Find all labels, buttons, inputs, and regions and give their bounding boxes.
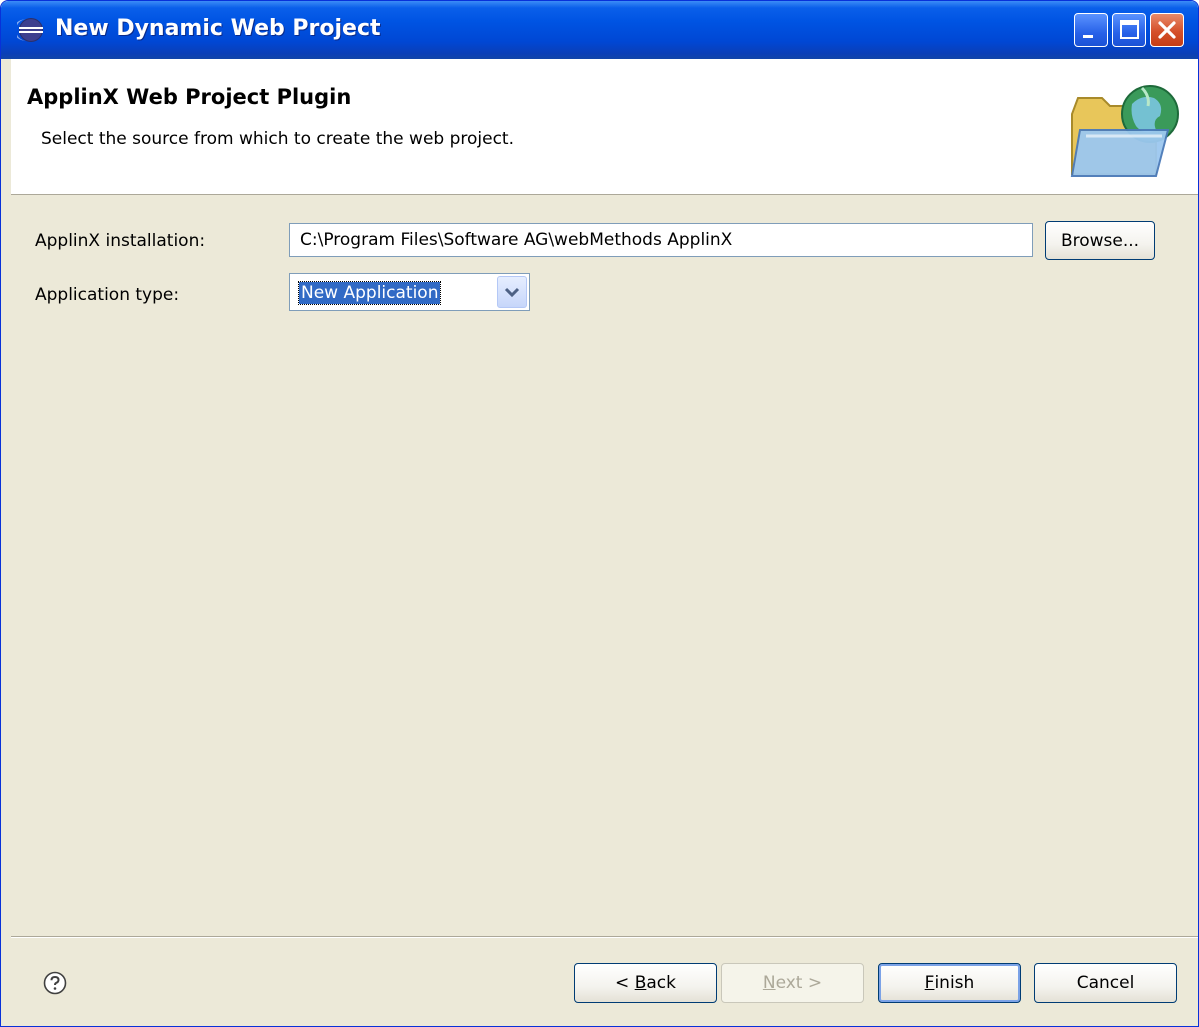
wizard-header: ApplinX Web Project Plugin Select the so… [11,59,1198,195]
title-bar[interactable]: New Dynamic Web Project [1,1,1198,59]
window-title: New Dynamic Web Project [55,16,381,41]
dialog-window: New Dynamic Web Project ApplinX Web Proj… [0,0,1199,1027]
installation-label: ApplinX installation: [35,231,206,251]
help-icon[interactable] [43,971,67,995]
close-icon [1158,21,1176,39]
wizard-page-description: Select the source from which to create t… [41,129,515,149]
maximize-icon [1120,20,1139,39]
finish-button[interactable]: Finish [878,963,1021,1003]
installation-path-input[interactable] [289,223,1033,257]
maximize-button[interactable] [1112,13,1146,47]
chevron-down-icon [504,287,520,298]
next-button[interactable]: Next > [721,963,864,1003]
cancel-button[interactable]: Cancel [1034,963,1177,1003]
back-button[interactable]: < Back [574,963,717,1003]
minimize-button[interactable] [1074,13,1108,47]
application-type-label: Application type: [35,285,180,305]
eclipse-icon [17,18,43,42]
application-type-select[interactable]: New Application [289,273,530,311]
folder-globe-icon [1070,85,1179,177]
close-button[interactable] [1150,13,1184,47]
wizard-page-title: ApplinX Web Project Plugin [27,85,352,109]
browse-button[interactable]: Browse... [1045,221,1155,260]
application-type-value: New Application [297,281,442,305]
dropdown-button[interactable] [497,276,527,308]
minimize-icon [1083,35,1093,38]
